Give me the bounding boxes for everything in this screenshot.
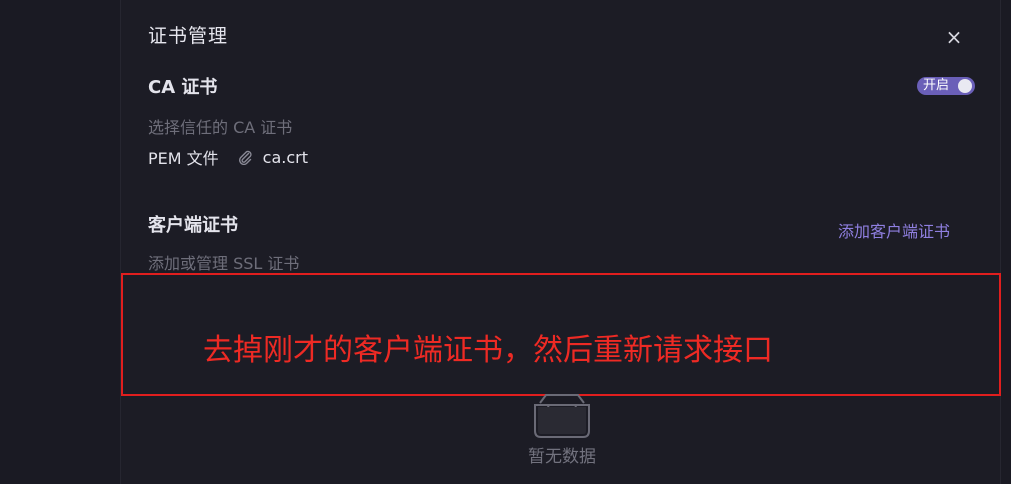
annotation-text: 去掉刚才的客户端证书，然后重新请求接口 — [203, 333, 773, 368]
toggle-label: 开启 — [923, 78, 950, 93]
toggle-knob — [958, 79, 972, 93]
close-icon[interactable]: × — [941, 24, 967, 50]
background-right — [1000, 0, 1011, 484]
client-cert-description: 添加或管理 SSL 证书 — [148, 254, 300, 273]
ca-cert-title: CA 证书 — [148, 77, 218, 98]
ca-file-name[interactable]: ca.crt — [263, 148, 308, 167]
drawer-title: 证书管理 — [148, 25, 229, 47]
empty-inbox-icon — [534, 394, 590, 438]
screen: 证书管理 × CA 证书 开启 选择信任的 CA 证书 PEM 文件 ca.cr… — [0, 0, 1011, 484]
empty-state-text: 暂无数据 — [528, 447, 596, 467]
pem-file-row: PEM 文件 ca.crt — [148, 146, 308, 169]
pem-file-label: PEM 文件 — [148, 149, 219, 168]
client-cert-title: 客户端证书 — [148, 215, 238, 236]
annotation-box: 去掉刚才的客户端证书，然后重新请求接口 — [121, 273, 1001, 396]
paperclip-icon — [238, 150, 252, 165]
ca-cert-toggle[interactable]: 开启 — [917, 77, 975, 95]
add-client-cert-button[interactable]: 添加客户端证书 — [838, 218, 950, 242]
ca-cert-description: 选择信任的 CA 证书 — [148, 118, 293, 137]
background-left — [0, 0, 121, 484]
